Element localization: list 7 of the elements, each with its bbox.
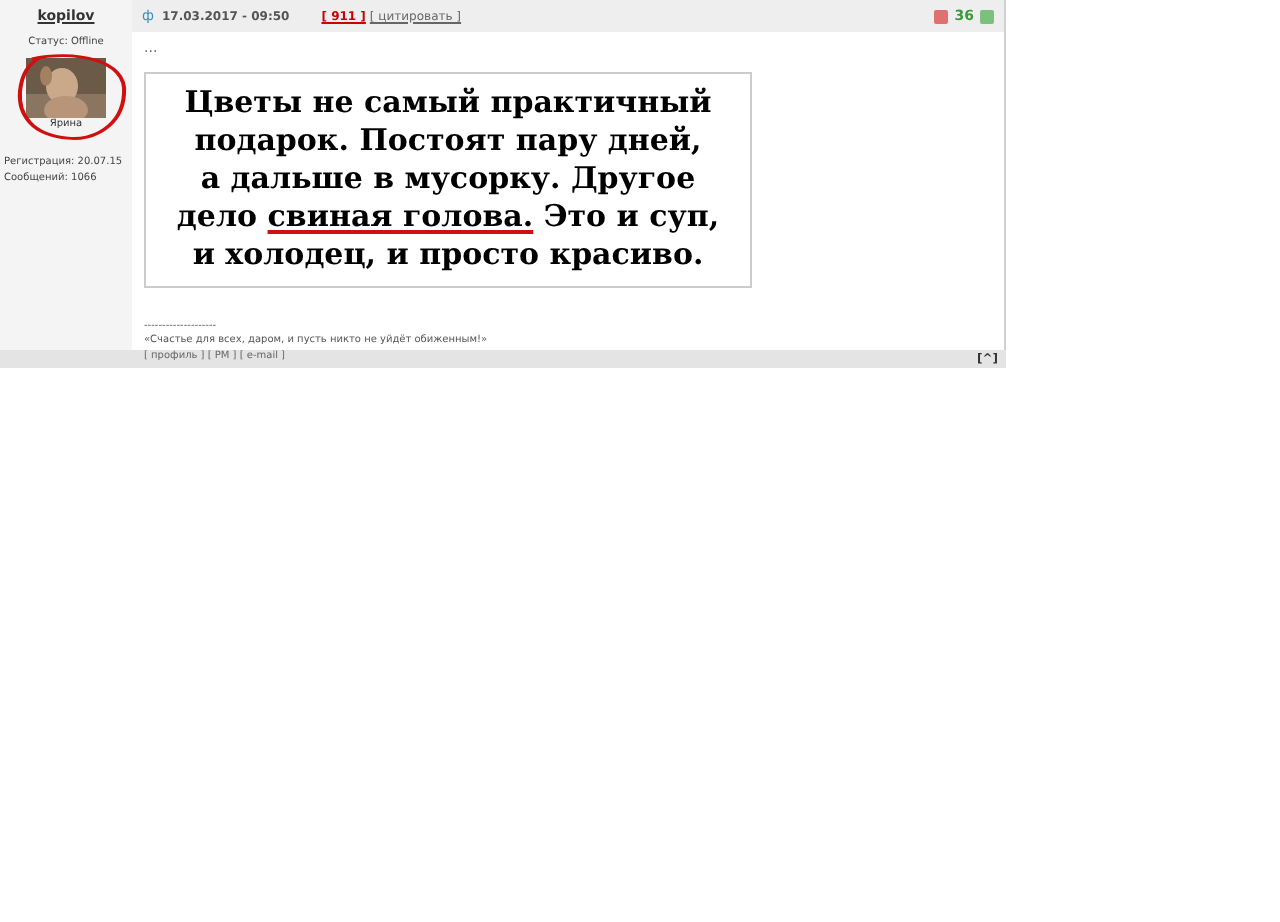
card-text-line: Цветы не самый практичный xyxy=(184,84,712,122)
card-text-line: а дальше в мусорку. Другое xyxy=(200,160,696,198)
downvote-icon[interactable] xyxy=(934,9,949,23)
card-text-line: подарок. Постоят пару дней, xyxy=(194,122,702,160)
card-text-line: и холодец, и просто красиво. xyxy=(192,236,704,274)
card-text-line: дело свиная голова. Это и суп, xyxy=(176,198,720,236)
upvote-icon[interactable] xyxy=(980,9,994,23)
